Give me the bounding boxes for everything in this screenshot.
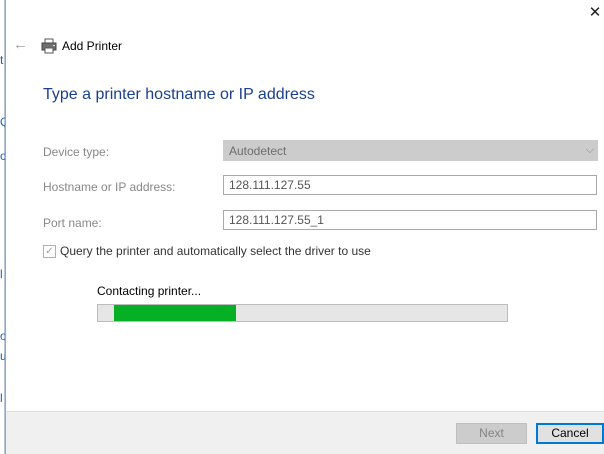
chevron-down-icon: ⌵ xyxy=(585,144,594,156)
hostname-input[interactable]: 128.111.127.55 xyxy=(223,175,597,195)
back-arrow-icon[interactable]: ← xyxy=(13,37,29,53)
printer-icon xyxy=(41,38,57,54)
query-printer-label: Query the printer and automatically sele… xyxy=(60,244,371,258)
page-heading: Type a printer hostname or IP address xyxy=(43,86,315,103)
background-text: l xyxy=(0,391,3,405)
add-printer-dialog: ✕ ← Add Printer Type a printer hostname … xyxy=(5,0,604,454)
cancel-button[interactable]: Cancel xyxy=(536,423,604,444)
device-type-value: Autodetect xyxy=(229,144,287,158)
progress-bar xyxy=(97,304,508,322)
query-printer-checkbox[interactable]: ✓ xyxy=(43,244,56,258)
background-text: t xyxy=(0,53,4,67)
next-button[interactable]: Next xyxy=(456,423,527,444)
window-title-bar: Add Printer xyxy=(41,37,122,55)
port-name-value: 128.111.127.55_1 xyxy=(229,213,324,227)
port-name-label: Port name: xyxy=(43,216,102,230)
query-printer-option: ✓ Query the printer and automatically se… xyxy=(43,244,371,258)
hostname-value: 128.111.127.55 xyxy=(229,178,311,192)
port-name-input[interactable]: 128.111.127.55_1 xyxy=(223,210,597,230)
progress-status: Contacting printer... xyxy=(97,284,202,298)
hostname-label: Hostname or IP address: xyxy=(43,180,176,194)
progress-fill xyxy=(114,305,236,321)
close-button[interactable]: ✕ xyxy=(587,5,603,21)
background-text: l xyxy=(0,267,3,281)
device-type-select[interactable]: Autodetect ⌵ xyxy=(223,140,598,161)
window-title: Add Printer xyxy=(62,39,123,53)
dialog-footer: Next Cancel xyxy=(6,411,604,454)
device-type-label: Device type: xyxy=(43,145,110,159)
